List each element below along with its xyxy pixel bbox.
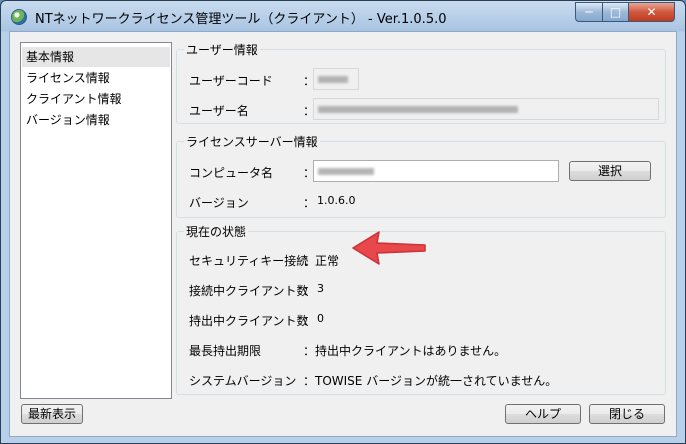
user-name-field bbox=[313, 98, 659, 120]
colon: ： bbox=[303, 374, 316, 388]
user-info-legend: ユーザー情報 bbox=[184, 41, 260, 58]
sidebar-list[interactable]: 基本情報 ライセンス情報 クライアント情報 バージョン情報 bbox=[20, 42, 172, 399]
maximize-button[interactable]: □ bbox=[602, 2, 629, 22]
title-bar[interactable]: NTネットワークライセンス管理ツール（クライアント） - Ver.1.0.5.0… bbox=[1, 1, 685, 31]
user-name-label: ユーザー名 bbox=[189, 104, 249, 118]
app-window: NTネットワークライセンス管理ツール（クライアント） - Ver.1.0.5.0… bbox=[0, 0, 686, 444]
computer-name-label: コンピュータ名 bbox=[189, 166, 274, 180]
select-button[interactable]: 選択 bbox=[569, 161, 651, 181]
colon: ： bbox=[303, 254, 316, 268]
checked-out-clients-label: 持出中クライアント数 bbox=[189, 314, 309, 328]
colon: ： bbox=[303, 196, 316, 210]
computer-name-input[interactable] bbox=[313, 160, 559, 182]
version-value: 1.0.6.0 bbox=[317, 194, 356, 207]
checked-out-clients-value: 0 bbox=[317, 312, 324, 325]
user-code-field bbox=[313, 68, 359, 90]
colon: ： bbox=[303, 344, 316, 358]
longest-checkout-label: 最長持出期限 bbox=[189, 344, 262, 358]
connected-clients-label: 接続中クライアント数 bbox=[189, 284, 309, 298]
minimize-button[interactable]: ─ bbox=[575, 2, 603, 22]
version-label: バージョン bbox=[189, 196, 249, 210]
sidebar-item-version-info[interactable]: バージョン情報 bbox=[22, 110, 170, 130]
security-key-label: セキュリティキー接続 bbox=[189, 254, 309, 268]
current-status-legend: 現在の状態 bbox=[184, 223, 249, 240]
close-button[interactable]: 閉じる bbox=[589, 404, 665, 424]
colon: ： bbox=[303, 284, 316, 298]
window-title: NTネットワークライセンス管理ツール（クライアント） - Ver.1.0.5.0 bbox=[35, 12, 447, 27]
refresh-button[interactable]: 最新表示 bbox=[21, 404, 83, 424]
colon: ： bbox=[303, 314, 316, 328]
client-area: 基本情報 ライセンス情報 クライアント情報 バージョン情報 ユーザー情報 ユーザ… bbox=[9, 31, 677, 437]
close-window-button[interactable]: ✕ bbox=[628, 2, 675, 22]
system-version-label: システムバージョン bbox=[189, 374, 297, 388]
license-server-group: ライセンスサーバー情報 コンピュータ名 ： 選択 バージョン ： 1.0.6.0 bbox=[176, 133, 666, 218]
red-arrow-icon bbox=[352, 231, 426, 265]
security-key-value: 正常 bbox=[315, 254, 340, 268]
connected-clients-value: 3 bbox=[317, 282, 324, 295]
user-info-group: ユーザー情報 ユーザーコード ： ユーザー名 ： bbox=[176, 41, 666, 124]
app-globe-icon bbox=[11, 9, 27, 25]
help-button[interactable]: ヘルプ bbox=[505, 404, 581, 424]
user-code-label: ユーザーコード bbox=[189, 74, 273, 88]
sidebar-item-basic-info[interactable]: 基本情報 bbox=[22, 47, 170, 67]
license-server-legend: ライセンスサーバー情報 bbox=[184, 133, 320, 150]
system-version-value: TOWISE バージョンが統一されていません。 bbox=[315, 374, 558, 388]
sidebar-item-license-info[interactable]: ライセンス情報 bbox=[22, 68, 170, 88]
longest-checkout-value: 持出中クライアントはありません。 bbox=[315, 344, 507, 358]
sidebar-item-client-info[interactable]: クライアント情報 bbox=[22, 89, 170, 109]
